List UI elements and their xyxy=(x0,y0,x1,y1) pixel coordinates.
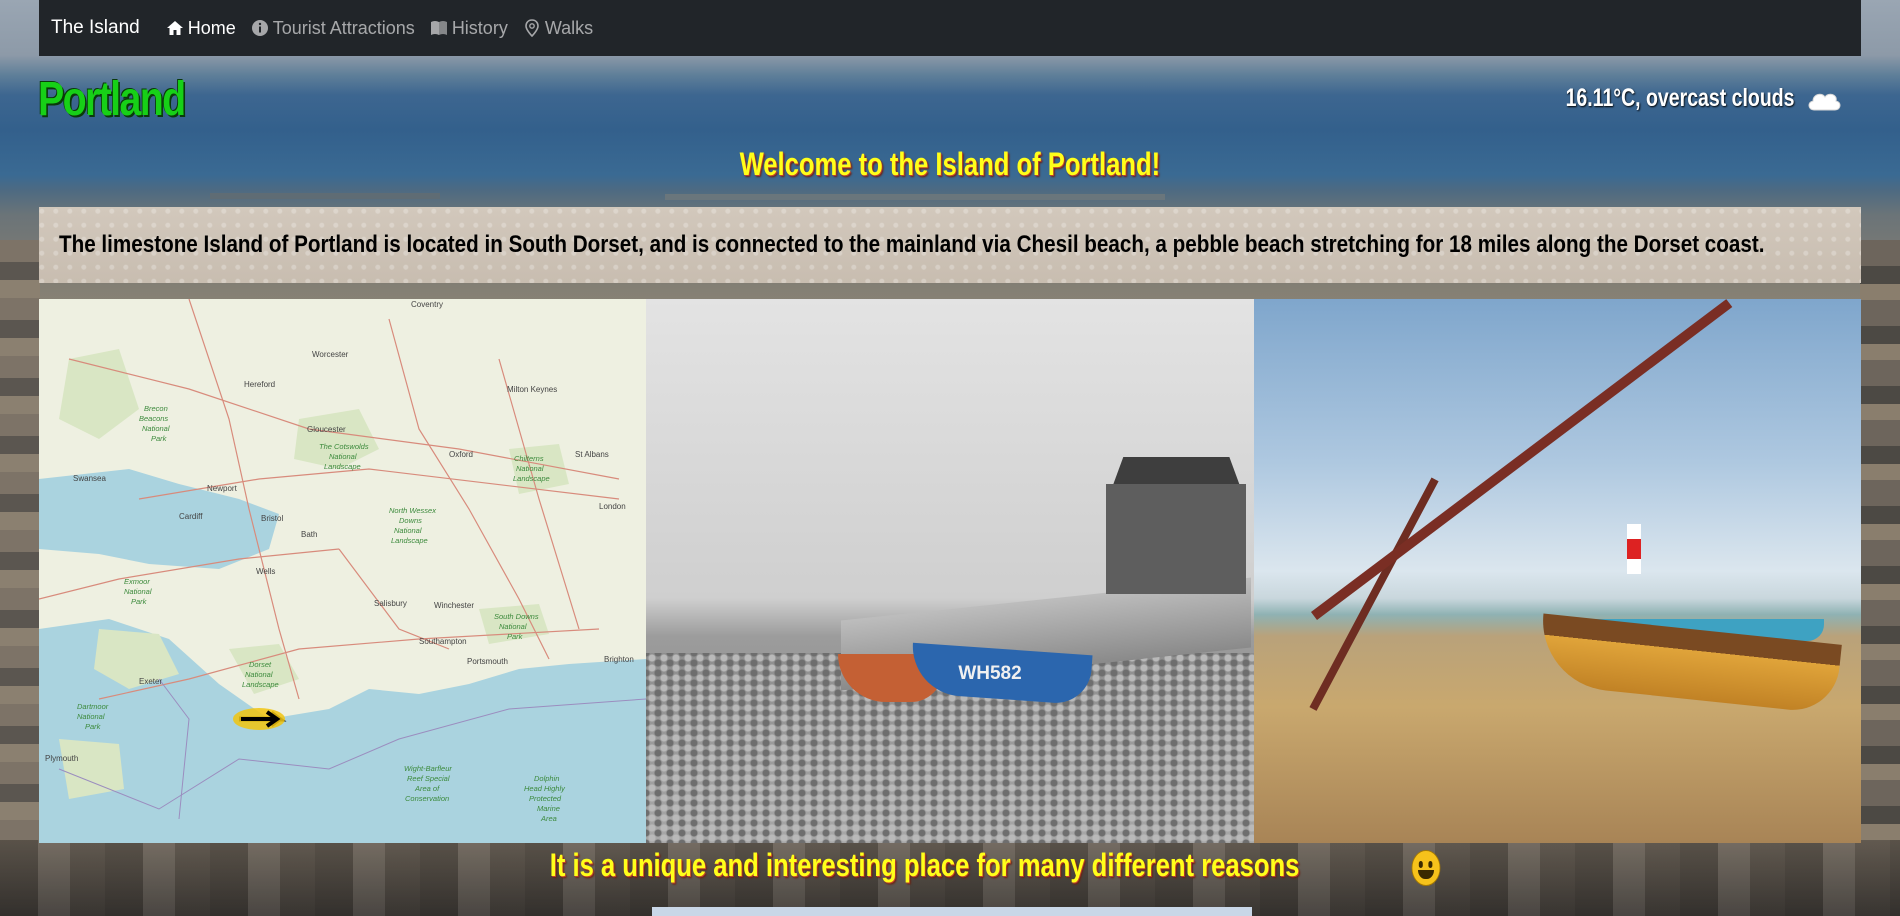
next-section-edge xyxy=(652,907,1252,916)
svg-text:National: National xyxy=(516,464,544,473)
crane-mast xyxy=(1309,477,1439,711)
svg-text:Wells: Wells xyxy=(256,567,275,576)
svg-text:Area of: Area of xyxy=(414,784,440,793)
svg-text:Park: Park xyxy=(507,632,524,641)
svg-text:Dartmoor: Dartmoor xyxy=(77,702,109,711)
svg-text:South Downs: South Downs xyxy=(494,612,539,621)
svg-text:Newport: Newport xyxy=(207,484,238,493)
map-graphic: Coventry Worcester Hereford Milton Keyne… xyxy=(39,299,646,843)
svg-text:National: National xyxy=(77,712,105,721)
svg-text:Exeter: Exeter xyxy=(139,677,162,686)
svg-text:Landscape: Landscape xyxy=(513,474,550,483)
svg-text:Swansea: Swansea xyxy=(73,474,106,483)
svg-text:Landscape: Landscape xyxy=(391,536,428,545)
svg-text:Park: Park xyxy=(131,597,148,606)
svg-text:Marine: Marine xyxy=(537,804,560,813)
svg-text:Downs: Downs xyxy=(399,516,422,525)
welcome-heading: Welcome to the Island of Portland! xyxy=(0,146,1900,183)
svg-text:Winchester: Winchester xyxy=(434,601,474,610)
book-icon xyxy=(430,19,448,37)
background-houses-right xyxy=(1860,240,1900,840)
svg-text:North Wessex: North Wessex xyxy=(389,506,436,515)
svg-text:Brighton: Brighton xyxy=(604,655,634,664)
nav-walks[interactable]: Walks xyxy=(523,18,593,39)
svg-text:Hereford: Hereford xyxy=(244,380,275,389)
svg-text:Reef Special: Reef Special xyxy=(407,774,450,783)
nav-walks-label: Walks xyxy=(544,17,594,38)
svg-text:Portsmouth: Portsmouth xyxy=(467,657,508,666)
svg-text:Landscape: Landscape xyxy=(324,462,361,471)
svg-text:Salisbury: Salisbury xyxy=(374,599,407,608)
cloud-icon xyxy=(1808,93,1841,110)
site-title: Portland xyxy=(38,73,186,126)
tagline-heading: It is a unique and interesting place for… xyxy=(0,847,1900,886)
svg-text:Area: Area xyxy=(540,814,557,823)
svg-text:Conservation: Conservation xyxy=(405,794,449,803)
svg-text:Wight-Barfleur: Wight-Barfleur xyxy=(404,764,452,773)
svg-text:Protected: Protected xyxy=(529,794,562,803)
svg-text:Oxford: Oxford xyxy=(449,450,473,459)
info-icon xyxy=(251,19,269,37)
navbar: The Island Home Tourist Attractions Hist… xyxy=(39,0,1861,56)
svg-text:Park: Park xyxy=(151,434,168,443)
nav-home[interactable]: Home xyxy=(166,18,236,39)
nav-history-label: History xyxy=(451,17,508,38)
svg-text:Coventry: Coventry xyxy=(411,300,443,309)
svg-text:National: National xyxy=(124,587,152,596)
tagline-text: It is a unique and interesting place for… xyxy=(549,847,1300,883)
navbar-brand[interactable]: The Island xyxy=(51,17,140,39)
svg-text:Beacons: Beacons xyxy=(139,414,168,423)
chesil-beach-image: WH582 xyxy=(646,299,1254,843)
svg-text:Milton Keynes: Milton Keynes xyxy=(507,385,557,394)
boat-registration: WH582 xyxy=(958,663,1022,684)
svg-text:Dorset: Dorset xyxy=(249,660,272,669)
svg-text:Southampton: Southampton xyxy=(419,637,467,646)
svg-text:Worcester: Worcester xyxy=(312,350,349,359)
svg-text:National: National xyxy=(142,424,170,433)
svg-text:Park: Park xyxy=(85,722,102,731)
portland-bill-image xyxy=(1253,299,1861,843)
svg-text:National: National xyxy=(329,452,357,461)
svg-text:Plymouth: Plymouth xyxy=(45,754,78,763)
weather-widget: 16.11°C, overcast clouds xyxy=(1501,84,1842,113)
harbour-wall xyxy=(210,193,440,199)
svg-text:Exmoor: Exmoor xyxy=(124,577,150,586)
svg-text:Cardiff: Cardiff xyxy=(179,512,203,521)
harbour-breakwater xyxy=(665,194,1165,200)
svg-text:Bath: Bath xyxy=(301,530,317,539)
grinning-face-icon xyxy=(1411,849,1441,886)
svg-text:Bristol: Bristol xyxy=(261,514,283,523)
stone-house xyxy=(1106,484,1247,594)
nav-tourist-attractions-label: Tourist Attractions xyxy=(272,17,415,38)
svg-text:National: National xyxy=(245,670,273,679)
svg-text:National: National xyxy=(499,622,527,631)
lighthouse xyxy=(1626,524,1641,574)
svg-text:Dolphin: Dolphin xyxy=(534,774,559,783)
svg-text:Chilterns: Chilterns xyxy=(514,454,544,463)
intro-text: The limestone Island of Portland is loca… xyxy=(59,231,1765,258)
image-gallery: Coventry Worcester Hereford Milton Keyne… xyxy=(39,299,1861,843)
home-icon xyxy=(166,19,184,37)
svg-text:National: National xyxy=(394,526,422,535)
crane-jib xyxy=(1310,299,1732,620)
map-image: Coventry Worcester Hereford Milton Keyne… xyxy=(39,299,647,843)
nav-history[interactable]: History xyxy=(430,18,508,39)
weather-text: 16.11°C, overcast clouds xyxy=(1565,84,1794,112)
svg-text:Gloucester: Gloucester xyxy=(307,425,346,434)
location-pin-icon xyxy=(523,19,541,37)
svg-text:Head Highly: Head Highly xyxy=(524,784,566,793)
svg-text:The Cotswolds: The Cotswolds xyxy=(319,442,369,451)
svg-text:Landscape: Landscape xyxy=(242,680,279,689)
background-houses-left xyxy=(0,240,40,840)
intro-panel: The limestone Island of Portland is loca… xyxy=(39,207,1861,283)
svg-text:Brecon: Brecon xyxy=(144,404,168,413)
nav-home-label: Home xyxy=(187,17,236,38)
svg-text:St Albans: St Albans xyxy=(575,450,609,459)
welcome-heading-text: Welcome to the Island of Portland! xyxy=(739,146,1161,182)
nav-tourist-attractions[interactable]: Tourist Attractions xyxy=(251,18,415,39)
svg-text:London: London xyxy=(599,502,626,511)
